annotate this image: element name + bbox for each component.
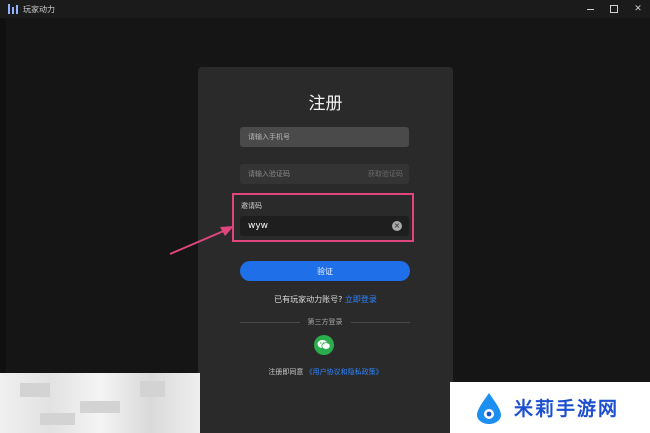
highlight-box bbox=[232, 193, 414, 242]
arrow-icon bbox=[169, 226, 234, 255]
agreement-link[interactable]: 《用户协议和隐私政策》 bbox=[306, 368, 383, 376]
window-controls: ✕ bbox=[578, 0, 650, 18]
close-button[interactable]: ✕ bbox=[626, 0, 650, 18]
divider-line bbox=[350, 321, 410, 323]
app-logo-icon bbox=[8, 4, 18, 14]
left-edge bbox=[0, 18, 6, 433]
watermark-logo-icon bbox=[477, 392, 501, 424]
agreement-prefix: 注册即同意 bbox=[268, 368, 304, 376]
maximize-button[interactable] bbox=[602, 0, 626, 18]
blurred-area bbox=[0, 373, 200, 433]
watermark: 米莉手游网 bbox=[450, 382, 650, 433]
login-link[interactable]: 立即登录 bbox=[345, 295, 377, 304]
login-prompt: 已有玩家动力账号? 立即登录 bbox=[198, 294, 453, 305]
page-title: 注册 bbox=[308, 94, 343, 114]
wechat-login-icon[interactable] bbox=[314, 335, 334, 355]
get-code-link[interactable]: 获取验证码 bbox=[368, 169, 403, 179]
phone-placeholder: 请输入手机号 bbox=[248, 133, 290, 141]
watermark-text: 米莉手游网 bbox=[514, 398, 620, 420]
third-party-divider: 第三方登录 bbox=[240, 317, 410, 327]
minimize-icon bbox=[586, 8, 594, 10]
agreement-text: 注册即同意 《用户协议和隐私政策》 bbox=[198, 367, 453, 377]
third-party-label: 第三方登录 bbox=[307, 318, 343, 326]
maximize-icon bbox=[610, 5, 618, 13]
verify-button[interactable]: 验证 bbox=[240, 261, 410, 281]
title-bar: 玩家动力 ✕ bbox=[0, 0, 650, 18]
code-placeholder: 请输入验证码 bbox=[248, 170, 290, 178]
divider-line bbox=[240, 321, 300, 323]
code-input[interactable]: 请输入验证码 获取验证码 bbox=[240, 164, 409, 184]
phone-input[interactable]: 请输入手机号 bbox=[240, 127, 409, 147]
app-title: 玩家动力 bbox=[23, 4, 55, 14]
has-account-text: 已有玩家动力账号? bbox=[274, 295, 343, 304]
wechat-icon bbox=[317, 340, 331, 350]
minimize-button[interactable] bbox=[578, 0, 602, 18]
close-icon: ✕ bbox=[634, 4, 642, 14]
